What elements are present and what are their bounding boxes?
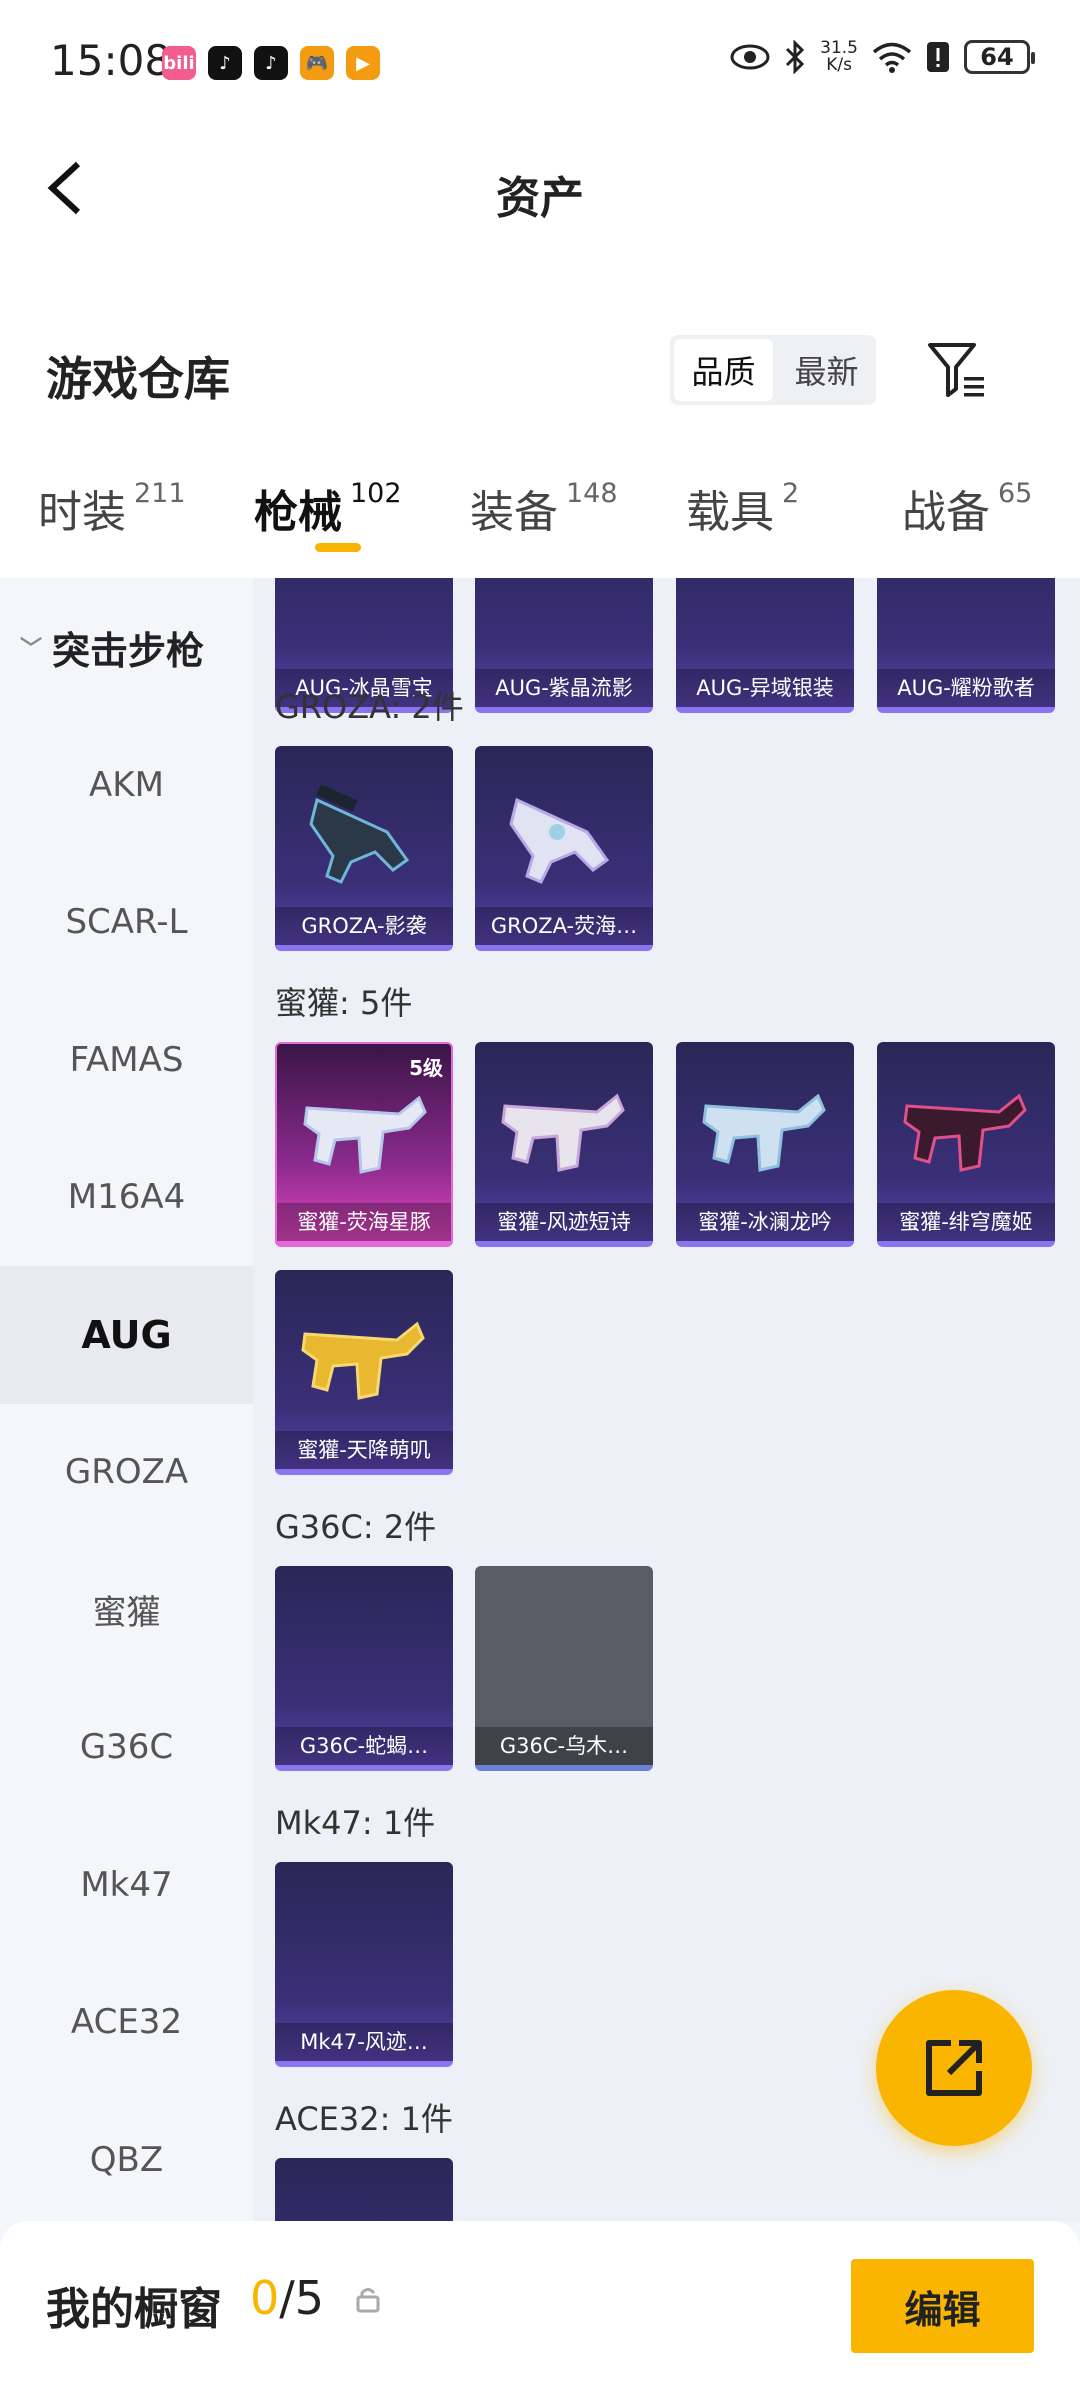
sidebar-item-aug[interactable]: AUG — [0, 1266, 253, 1404]
skin-card[interactable] — [275, 2158, 453, 2221]
gun-image — [301, 1321, 425, 1400]
group-title-g36c: G36C: 2件 — [275, 1508, 437, 1546]
sidebar-item-honey-badger[interactable]: 蜜獾 — [0, 1541, 253, 1679]
skin-card[interactable]: 蜜獾-绯穹魔姬 — [877, 1042, 1055, 1247]
tab-costume[interactable]: 时装 211 — [0, 476, 216, 540]
sidebar-item-akm[interactable]: AKM — [0, 716, 253, 854]
notification-icons: bili ♪ ♪ 🎮 ▶ — [162, 46, 380, 80]
skin-card[interactable]: G36C-乌木… — [475, 1566, 653, 1771]
sort-quality-button[interactable]: 品质 — [674, 339, 773, 401]
tab-indicator — [315, 543, 361, 552]
edit-button[interactable]: 编辑 — [851, 2259, 1034, 2353]
network-speed: 31.5 K/s — [820, 38, 858, 75]
gun-image — [303, 1095, 427, 1174]
skin-card[interactable]: AUG-耀粉歌者 — [877, 578, 1055, 713]
showcase-count: 0/5 — [250, 2271, 325, 2325]
showcase-title: 我的橱窗 — [46, 2284, 222, 2335]
gun-image — [501, 1093, 625, 1172]
status-bar: 15:08 bili ♪ ♪ 🎮 ▶ 31.5 K/s 64 — [0, 0, 1080, 120]
sidebar-item-groza[interactable]: GROZA — [0, 1404, 253, 1542]
chevron-down-icon: ﹀ — [20, 637, 43, 662]
external-link-icon — [926, 2040, 982, 2096]
sidebar-item-g36c[interactable]: G36C — [0, 1679, 253, 1817]
tab-firearms[interactable]: 枪械 102 — [216, 476, 432, 540]
skin-card[interactable]: AUG-紫晶流影 — [475, 578, 653, 713]
warehouse-header: 游戏仓库 品质 最新 — [0, 255, 1080, 438]
weapon-sidebar: ﹀ 突击步枪 AKM SCAR-L FAMAS M16A4 AUG GROZA 蜜… — [0, 578, 253, 2221]
lock-icon — [356, 2288, 380, 2313]
warehouse-title: 游戏仓库 — [46, 352, 230, 406]
share-button[interactable] — [876, 1990, 1032, 2146]
skin-card[interactable]: 蜜獾-风迹短诗 — [475, 1042, 653, 1247]
skin-card[interactable]: 5级 蜜獾-荧海星豚 — [275, 1042, 453, 1247]
weapon-skin-grid: AUG-冰晶雪宝 AUG-紫晶流影 AUG-异域银装 AUG-耀粉歌者 GROZ… — [253, 578, 1080, 2221]
sidebar-item-mk47[interactable]: Mk47 — [0, 1816, 253, 1954]
bluetooth-icon — [786, 40, 805, 74]
alert-icon — [927, 42, 949, 72]
skin-card[interactable]: G36C-蛇蝎… — [275, 1566, 453, 1771]
tab-equipment[interactable]: 装备 148 — [432, 476, 648, 540]
tiktok-icon: ♪ — [208, 46, 242, 80]
sidebar-item-qbz[interactable]: QBZ — [0, 2091, 253, 2229]
page-title: 资产 — [496, 173, 584, 224]
sidebar-item-m16a4[interactable]: M16A4 — [0, 1129, 253, 1267]
skin-card[interactable]: Mk47-风迹… — [275, 1862, 453, 2067]
filter-icon[interactable] — [926, 339, 988, 401]
showcase-bar: 我的橱窗 0/5 编辑 — [0, 2221, 1080, 2382]
group-title-mk47: Mk47: 1件 — [275, 1804, 436, 1842]
sidebar-item-famas[interactable]: FAMAS — [0, 991, 253, 1129]
status-time: 15:08 — [50, 36, 172, 85]
group-title-honey-badger: 蜜獾: 5件 — [275, 984, 413, 1022]
tab-gear[interactable]: 战备 65 — [864, 476, 1080, 540]
eye-icon — [730, 44, 770, 70]
app-bar: 资产 — [0, 120, 1080, 255]
skin-card[interactable]: GROZA-荧海… — [475, 746, 653, 951]
wifi-icon — [872, 42, 912, 73]
gun-image — [702, 1093, 826, 1172]
category-tabs: 时装 211 枪械 102 装备 148 载具 2 战备 65 — [0, 438, 1080, 578]
group-title-ace32: ACE32: 1件 — [275, 2100, 453, 2138]
bilibili-icon: bili — [162, 46, 196, 80]
tab-vehicles[interactable]: 载具 2 — [648, 476, 864, 540]
sidebar-group-assault-rifles[interactable]: ﹀ 突击步枪 — [0, 578, 253, 716]
group-title-groza: GROZA: 2件 — [275, 688, 464, 726]
sidebar-item-ace32[interactable]: ACE32 — [0, 1954, 253, 2092]
gun-image — [309, 784, 410, 884]
skin-card[interactable]: AUG-异域银装 — [676, 578, 854, 713]
sort-toggle: 品质 最新 — [670, 335, 876, 405]
battery-icon: 64 — [964, 40, 1035, 74]
play-icon: ▶ — [346, 46, 380, 80]
status-indicators: 31.5 K/s 64 — [730, 38, 1035, 75]
tiktok-icon: ♪ — [254, 46, 288, 80]
game-icon: 🎮 — [300, 46, 334, 80]
sort-latest-button[interactable]: 最新 — [777, 335, 876, 405]
gun-image — [903, 1093, 1027, 1172]
skin-card[interactable]: GROZA-影袭 — [275, 746, 453, 951]
skin-card[interactable]: 蜜獾-冰澜龙吟 — [676, 1042, 854, 1247]
skin-card[interactable]: 蜜獾-天降萌叽 — [275, 1270, 453, 1475]
gun-image — [509, 797, 610, 884]
sidebar-item-scar-l[interactable]: SCAR-L — [0, 854, 253, 992]
